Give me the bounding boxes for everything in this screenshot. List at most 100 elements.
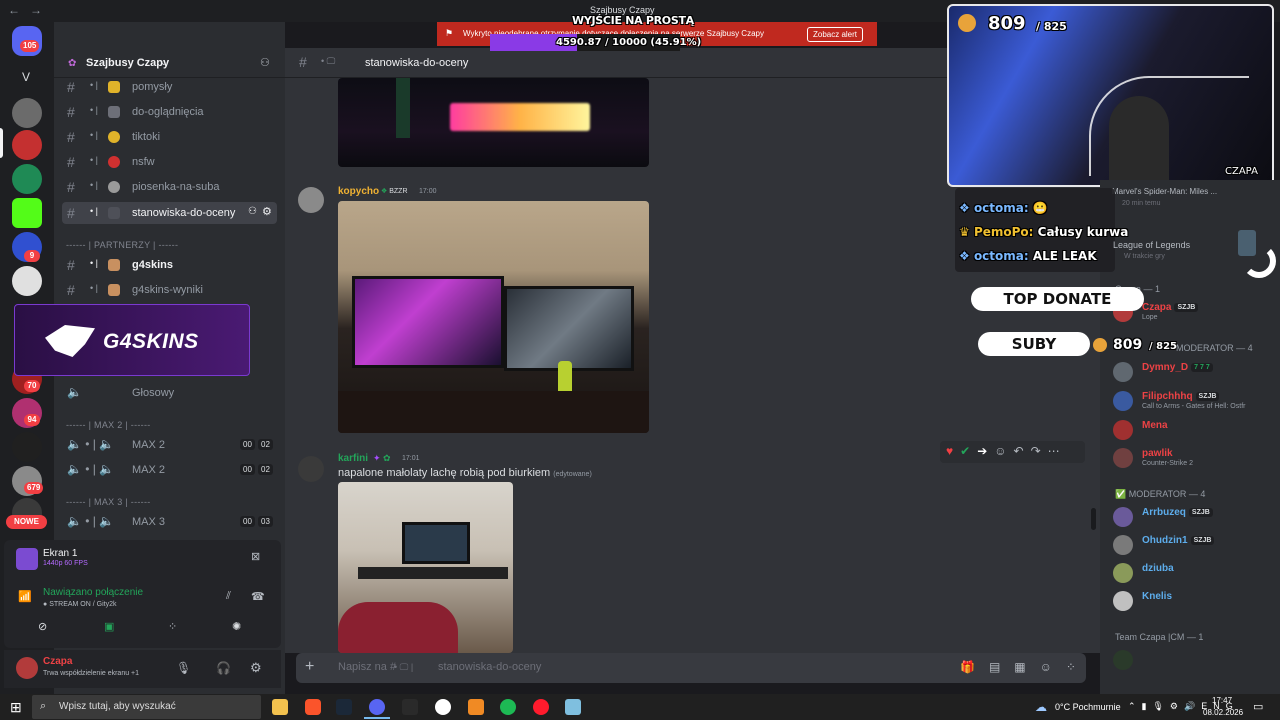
image-attachment[interactable]: [338, 482, 513, 653]
spotify-icon[interactable]: [500, 699, 516, 715]
hash-icon: #: [67, 129, 75, 145]
add-member-icon[interactable]: ⚇: [260, 56, 270, 69]
avatar: [1113, 448, 1133, 468]
taskbar-search[interactable]: ⌕ Wpisz tutaj, aby wyszukać: [32, 695, 261, 719]
server-icon[interactable]: [12, 98, 42, 128]
folder-icon[interactable]: V: [22, 70, 30, 84]
check-icon[interactable]: ✔: [960, 444, 977, 458]
screen-thumbnail[interactable]: [16, 548, 38, 570]
member-item[interactable]: Knelis: [1113, 589, 1278, 613]
launcher-icon[interactable]: [468, 699, 484, 715]
image-attachment[interactable]: [338, 78, 649, 167]
channel-item[interactable]: # • | nsfw: [62, 151, 277, 173]
user-limit: 02: [258, 464, 273, 475]
more-icon[interactable]: ⋯: [1048, 444, 1067, 458]
category-partners[interactable]: ------ | PARTNERZY | ------: [66, 240, 178, 250]
clock-date[interactable]: 08.02.2026: [1203, 708, 1243, 717]
weather-text[interactable]: 0°C Pochmurnie: [1055, 702, 1121, 712]
epic-icon[interactable]: [402, 699, 418, 715]
alert-action-button[interactable]: Zobacz alert: [807, 27, 864, 42]
counter2-value: 809: [1113, 337, 1143, 353]
category-max2[interactable]: ------ | MAX 2 | ------: [66, 420, 151, 430]
voice-channel[interactable]: 🔈 Głosowy: [62, 382, 277, 404]
invite-icon[interactable]: ⚇: [248, 206, 257, 217]
server-icon[interactable]: [12, 266, 42, 296]
user-tag: SZJB: [1195, 392, 1220, 401]
emoji-icon[interactable]: ☺: [1040, 660, 1066, 674]
gif-icon[interactable]: ▤: [989, 660, 1014, 674]
connection-detail: ● STREAM ON / Gity2k: [43, 601, 117, 608]
voice-channel[interactable]: 🔈 • | 🔈 MAX 2 00 02: [62, 434, 277, 456]
noise-icon[interactable]: ⫽: [226, 590, 231, 603]
close-icon[interactable]: ⊠: [251, 550, 260, 563]
avatar[interactable]: [1113, 650, 1133, 670]
apps-icon[interactable]: ⁘: [1066, 660, 1090, 674]
member-item[interactable]: pawlik Counter-Strike 2: [1113, 446, 1278, 470]
sticker-icon[interactable]: ▦: [1014, 660, 1039, 674]
microphone-icon[interactable]: 🎙: [176, 661, 191, 675]
image-attachment[interactable]: [338, 201, 649, 433]
message-author[interactable]: kopycho: [338, 186, 379, 197]
activity-icon[interactable]: ⁘: [168, 620, 177, 633]
message-author[interactable]: karfini: [338, 453, 368, 464]
member-item[interactable]: Ohudzin1 SZJB: [1113, 533, 1278, 557]
avatar[interactable]: [16, 657, 38, 679]
headphones-icon[interactable]: 🎧: [216, 661, 231, 675]
arrow-icon[interactable]: ➔: [977, 444, 994, 458]
gear-icon[interactable]: ⚙: [262, 205, 272, 218]
server-icon-szajbusy[interactable]: [12, 130, 42, 160]
channel-item[interactable]: # • | tiktoki: [62, 126, 277, 148]
channel-item-active[interactable]: # • | stanowiska-do-oceny ⚇ ⚙: [62, 202, 277, 224]
member-item[interactable]: dziuba: [1113, 561, 1278, 585]
member-item[interactable]: Filipchhhq SZJB Call to Arms - Gates of H…: [1113, 389, 1278, 413]
voice-channel[interactable]: 🔈 • | 🔈 MAX 2 00 02: [62, 459, 277, 481]
voice-channel[interactable]: 🔈 • | 🔈 MAX 3 00 03: [62, 511, 277, 533]
file-explorer-icon[interactable]: [272, 699, 288, 715]
gift-icon[interactable]: 🎁: [960, 660, 989, 674]
discord-icon[interactable]: [369, 699, 385, 715]
windows-start-icon[interactable]: ⊞: [10, 699, 22, 716]
camera-off-icon[interactable]: ⊘: [38, 620, 47, 633]
obs-icon[interactable]: [435, 699, 451, 715]
kick-icon[interactable]: [12, 198, 42, 228]
member-name: Arrbuzeq SZJB: [1142, 507, 1213, 518]
member-activity: Lope: [1142, 314, 1158, 321]
settings-icon[interactable]: ⚙: [250, 660, 262, 676]
clock-time[interactable]: 17:47: [1212, 696, 1232, 705]
brave-icon[interactable]: [305, 699, 321, 715]
steam-icon[interactable]: [336, 699, 352, 715]
notification-icon[interactable]: ▭: [1253, 700, 1263, 713]
channel-title: stanowiska-do-oceny: [365, 57, 469, 69]
member-item[interactable]: Arrbuzeq SZJB: [1113, 505, 1278, 529]
nav-arrows[interactable]: ←→: [8, 3, 52, 17]
channel-item[interactable]: # • | pomysły: [62, 76, 277, 98]
soundboard-icon[interactable]: ✺: [232, 620, 241, 633]
member-item[interactable]: Mena: [1113, 418, 1278, 442]
heart-icon[interactable]: ♥: [946, 444, 960, 458]
member-item[interactable]: Dymny_D 7 7 7: [1113, 360, 1278, 384]
server-icon[interactable]: [12, 432, 42, 462]
server-header[interactable]: ✿ Szajbusy Czapy ⌄ ⚇: [54, 48, 285, 78]
reply-icon[interactable]: ↶: [1014, 444, 1031, 458]
message-composer[interactable]: + Napisz na # • 🖵 | stanowiska-do-oceny …: [296, 653, 1086, 683]
channel-item[interactable]: # • | g4skins: [62, 254, 277, 276]
speaker-icon: 🔈: [67, 385, 82, 399]
channel-item[interactable]: # • | do-oglądnięcia: [62, 101, 277, 123]
add-attachment-icon[interactable]: +: [305, 658, 314, 676]
avatar[interactable]: [298, 456, 324, 482]
channel-item[interactable]: # • | g4skins-wyniki: [62, 279, 277, 301]
scrollbar[interactable]: [1091, 508, 1096, 530]
member-name: Dymny_D 7 7 7: [1142, 362, 1213, 373]
screen-share-icon[interactable]: ▣: [104, 620, 114, 633]
opera-icon[interactable]: [533, 699, 549, 715]
server-icon[interactable]: [12, 164, 42, 194]
active-app-indicator: [364, 717, 390, 719]
reaction-icon[interactable]: ☺: [994, 444, 1013, 458]
app-icon[interactable]: [565, 699, 581, 715]
forward-icon[interactable]: ↷: [1031, 444, 1048, 458]
category-max3[interactable]: ------ | MAX 3 | ------: [66, 497, 151, 507]
disconnect-icon[interactable]: ☎: [251, 590, 265, 603]
alert-icon: ⚑: [445, 28, 454, 38]
channel-item[interactable]: # • | piosenka-na-suba: [62, 176, 277, 198]
avatar[interactable]: [298, 187, 324, 213]
